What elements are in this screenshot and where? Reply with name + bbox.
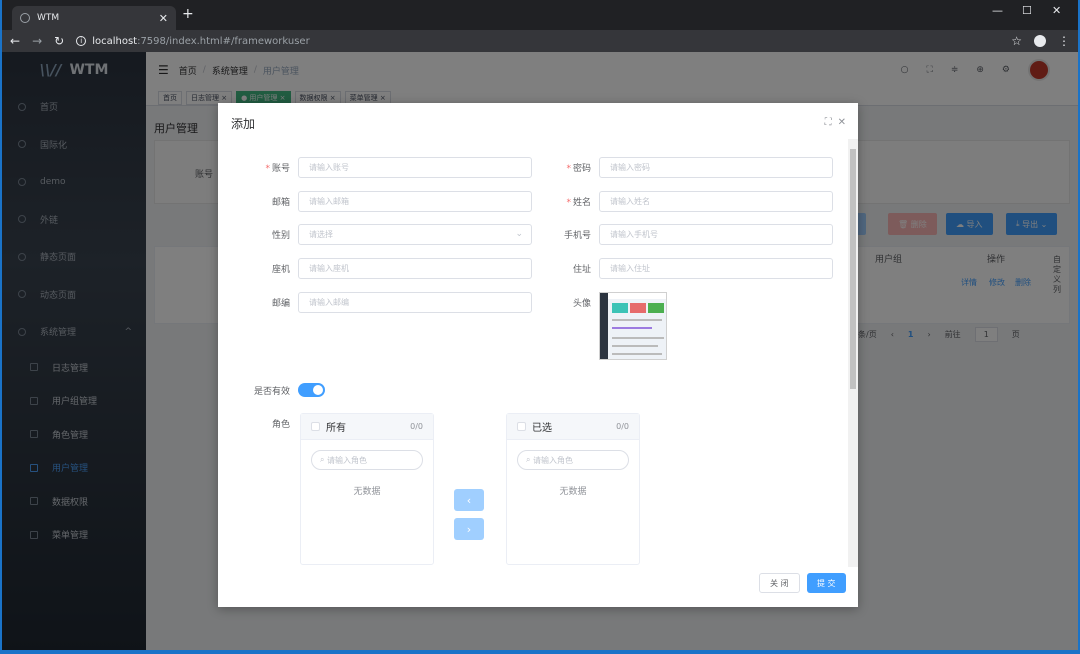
minimize-button[interactable]: —: [992, 4, 1003, 17]
chevron-down-icon: ⌄: [515, 229, 523, 239]
gender-placeholder: 请选择: [309, 230, 333, 239]
enabled-row: 是否有效: [228, 383, 325, 397]
back-icon[interactable]: ←: [10, 34, 20, 48]
reload-icon[interactable]: ↻: [54, 34, 64, 48]
profile-icon[interactable]: [1034, 35, 1046, 47]
chevron-left-icon: ‹: [466, 493, 472, 507]
transfer-left-count: 0/0: [410, 422, 423, 431]
submit-button[interactable]: 提 交: [807, 573, 846, 593]
password-label: * 密码: [566, 164, 591, 174]
url-field[interactable]: i localhost :7598/index.html#/frameworku…: [76, 36, 310, 47]
account-label: * 账号: [265, 164, 290, 174]
roles-label-row: 角色: [228, 417, 298, 430]
search-icon: ⌕: [320, 455, 328, 464]
name-input[interactable]: 请输入姓名: [599, 191, 833, 212]
dialog-title: 添加: [231, 117, 256, 131]
password-label-text: 密码: [572, 164, 591, 174]
maximize-icon[interactable]: ⛶: [825, 117, 832, 128]
transfer-left-header: 所有 0/0: [301, 414, 433, 440]
field-name-row: * 姓名 请输入姓名: [529, 191, 833, 212]
move-left-button[interactable]: ‹: [454, 489, 484, 511]
mobile-label: 手机号: [563, 231, 591, 241]
transfer-right-search[interactable]: ⌕ 请输入角色: [517, 450, 629, 470]
enabled-switch[interactable]: [298, 383, 325, 397]
landline-input[interactable]: 请输入座机: [298, 258, 532, 279]
name-label: * 姓名: [566, 198, 591, 208]
url-path: :7598/index.html#/frameworkuser: [137, 35, 310, 47]
address-bar: ← → ↻ i localhost :7598/index.html#/fram…: [2, 30, 1078, 52]
gender-label: 性别: [271, 231, 290, 241]
email-label: 邮箱: [271, 198, 290, 208]
browser-tab[interactable]: WTM ✕: [12, 6, 176, 30]
new-tab-icon[interactable]: +: [182, 6, 194, 22]
field-account-row: * 账号 请输入账号: [228, 157, 532, 178]
password-input[interactable]: 请输入密码: [599, 157, 833, 178]
account-input[interactable]: 请输入账号: [298, 157, 532, 178]
select-all-left-checkbox[interactable]: [311, 422, 320, 431]
search-placeholder: 请输入角色: [327, 455, 368, 465]
enabled-label: 是否有效: [253, 386, 290, 397]
select-all-right-checkbox[interactable]: [517, 422, 526, 431]
add-user-dialog: 添加 ⛶ ✕ * 账号 请输入账号 * 密码 请输入密码 邮箱 请输入邮箱 * 姓名 …: [218, 103, 858, 607]
zip-label: 邮编: [271, 299, 290, 309]
zip-input[interactable]: 请输入邮编: [298, 292, 532, 313]
transfer-right-panel: 已选 0/0 ⌕ 请输入角色 无数据: [506, 413, 640, 565]
roles-label: 角色: [271, 420, 290, 430]
forward-icon[interactable]: →: [32, 34, 42, 48]
transfer-left-panel: 所有 0/0 ⌕ 请输入角色 无数据: [300, 413, 434, 565]
close-window-button[interactable]: ✕: [1052, 4, 1061, 17]
dialog-scroll-thumb[interactable]: [850, 149, 856, 389]
field-gender-row: 性别 请选择 ⌄: [228, 224, 532, 245]
transfer-right-empty: 无数据: [559, 487, 587, 497]
transfer-left-empty: 无数据: [353, 487, 381, 497]
transfer-right-header: 已选 0/0: [507, 414, 639, 440]
field-password-row: * 密码 请输入密码: [529, 157, 833, 178]
search-placeholder: 请输入角色: [533, 455, 574, 465]
field-avatar-row: 头像: [529, 292, 667, 360]
gender-select[interactable]: 请选择 ⌄: [298, 224, 532, 245]
field-zip-row: 邮编 请输入邮编: [228, 292, 532, 313]
transfer-right-count: 0/0: [616, 422, 629, 431]
tab-close-icon[interactable]: ✕: [159, 12, 168, 25]
name-label-text: 姓名: [572, 198, 591, 208]
maximize-button[interactable]: ☐: [1022, 4, 1032, 17]
landline-label: 座机: [271, 265, 290, 275]
url-host: localhost: [92, 35, 138, 47]
menu-dots-icon[interactable]: ⋮: [1058, 34, 1070, 48]
transfer-left-title: 所有: [326, 423, 346, 434]
field-address-row: 住址 请输入住址: [529, 258, 833, 279]
field-email-row: 邮箱 请输入邮箱: [228, 191, 532, 212]
avatar-upload-preview[interactable]: [599, 292, 667, 360]
globe-icon: [20, 13, 30, 23]
search-icon: ⌕: [526, 455, 534, 464]
move-right-button[interactable]: ›: [454, 518, 484, 540]
tab-title: WTM: [37, 13, 60, 23]
browser-titlebar: WTM ✕ + — ☐ ✕: [2, 0, 1078, 30]
star-icon[interactable]: ☆: [1011, 34, 1022, 48]
account-label-text: 账号: [271, 164, 290, 174]
address-input[interactable]: 请输入住址: [599, 258, 833, 279]
address-label: 住址: [572, 265, 591, 275]
field-landline-row: 座机 请输入座机: [228, 258, 532, 279]
chevron-right-icon: ›: [466, 522, 472, 536]
avatar-label: 头像: [572, 299, 591, 309]
transfer-left-search[interactable]: ⌕ 请输入角色: [311, 450, 423, 470]
field-mobile-row: 手机号 请输入手机号: [529, 224, 833, 245]
info-icon[interactable]: i: [76, 36, 87, 46]
mobile-input[interactable]: 请输入手机号: [599, 224, 833, 245]
email-input[interactable]: 请输入邮箱: [298, 191, 532, 212]
close-button[interactable]: 关 闭: [759, 573, 800, 593]
transfer-right-title: 已选: [532, 423, 552, 434]
close-icon[interactable]: ✕: [838, 117, 846, 128]
